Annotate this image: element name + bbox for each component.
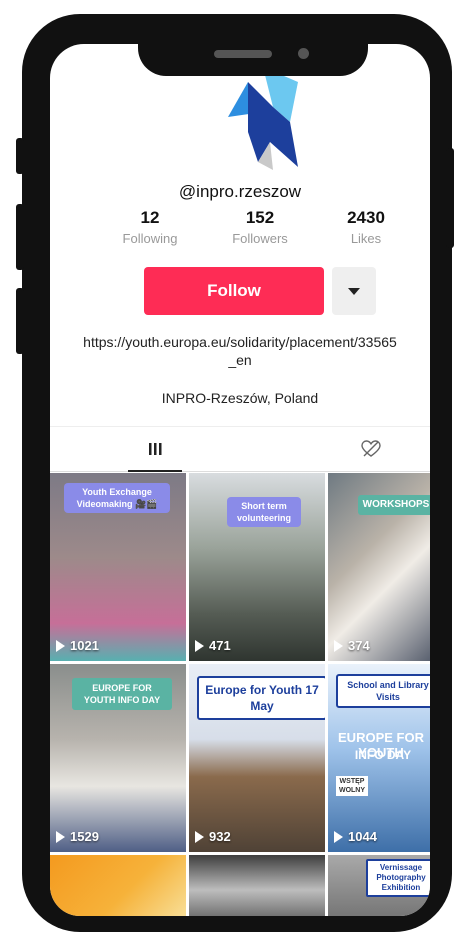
- stat-followers-value: 152: [245, 208, 275, 227]
- stat-likes-label: Likes: [350, 231, 382, 246]
- play-icon: [56, 830, 65, 843]
- stat-likes-value: 2430: [347, 208, 385, 227]
- caret-down-icon: [348, 287, 360, 295]
- stat-likes[interactable]: 2430 Likes: [306, 208, 426, 246]
- video-caption: EUROPE FOR YOUTH INFO DAY: [72, 678, 172, 710]
- video-caption: Vernissage Photography Exhibition: [366, 859, 430, 897]
- phone-volume-down: [16, 288, 24, 354]
- view-count: 1529: [56, 829, 99, 844]
- poster-subheadline: INFO DAY: [354, 748, 412, 762]
- profile-tabs: [50, 426, 430, 472]
- play-icon: [195, 830, 204, 843]
- poster-sign: WSTĘP WOLNY: [336, 776, 368, 796]
- more-options-button[interactable]: [332, 267, 376, 315]
- phone-volume-up: [16, 204, 24, 270]
- grid-icon: [149, 443, 162, 455]
- profile-avatar-logo-icon[interactable]: [218, 62, 308, 172]
- follow-button[interactable]: Follow: [144, 267, 324, 315]
- video-thumbnail[interactable]: School and Library Visits EUROPE FOR YOU…: [328, 664, 430, 852]
- video-caption: Europe for Youth 17 May: [197, 676, 325, 720]
- view-count: 471: [195, 638, 231, 653]
- video-caption: Youth Exchange Videomaking 🎥🎬: [64, 483, 170, 513]
- bio-link[interactable]: https://youth.europa.eu/solidarity/place…: [80, 333, 400, 369]
- stat-following-label: Following: [122, 231, 178, 246]
- video-thumbnail[interactable]: WORKSHOPS 374: [328, 473, 430, 661]
- phone-side-button: [16, 138, 24, 174]
- bio-location: INPRO-Rzeszów, Poland: [161, 390, 319, 406]
- video-thumbnail[interactable]: Europe for Youth 17 May 932: [189, 664, 325, 852]
- play-icon: [334, 639, 343, 652]
- stat-followers[interactable]: 152 Followers: [200, 208, 320, 246]
- stat-following-value: 12: [140, 208, 160, 227]
- view-count: 374: [334, 638, 370, 653]
- tab-liked[interactable]: [344, 427, 398, 471]
- play-icon: [334, 830, 343, 843]
- stat-following[interactable]: 12 Following: [90, 208, 210, 246]
- video-thumbnail[interactable]: Youth Exchange Videomaking 🎥🎬 1021: [50, 473, 186, 661]
- profile-screen: @inpro.rzeszow 12 Following 152 Follower…: [50, 44, 430, 916]
- view-count: 1021: [56, 638, 99, 653]
- video-caption: Short term volunteering: [227, 497, 301, 527]
- video-caption: WORKSHOPS: [358, 495, 430, 515]
- stat-followers-label: Followers: [232, 231, 288, 246]
- video-thumbnail[interactable]: EUROPE FOR YOUTH INFO DAY 1529: [50, 664, 186, 852]
- video-thumbnail[interactable]: Short term volunteering 471: [189, 473, 325, 661]
- play-icon: [56, 639, 65, 652]
- tab-videos[interactable]: [128, 427, 182, 471]
- active-tab-indicator: [128, 470, 182, 472]
- view-count: 1044: [334, 829, 377, 844]
- video-caption: School and Library Visits: [336, 674, 430, 708]
- speaker-icon: [214, 50, 272, 58]
- view-count: 932: [195, 829, 231, 844]
- play-icon: [195, 639, 204, 652]
- video-thumbnail[interactable]: [50, 855, 186, 916]
- camera-icon: [298, 48, 309, 59]
- phone-notch: [138, 14, 368, 76]
- liked-videos-icon: [361, 440, 381, 457]
- video-thumbnail[interactable]: Vernissage Photography Exhibition: [328, 855, 430, 916]
- profile-handle: @inpro.rzeszow: [178, 182, 302, 201]
- video-thumbnail[interactable]: [189, 855, 325, 916]
- phone-power-button: [446, 148, 454, 248]
